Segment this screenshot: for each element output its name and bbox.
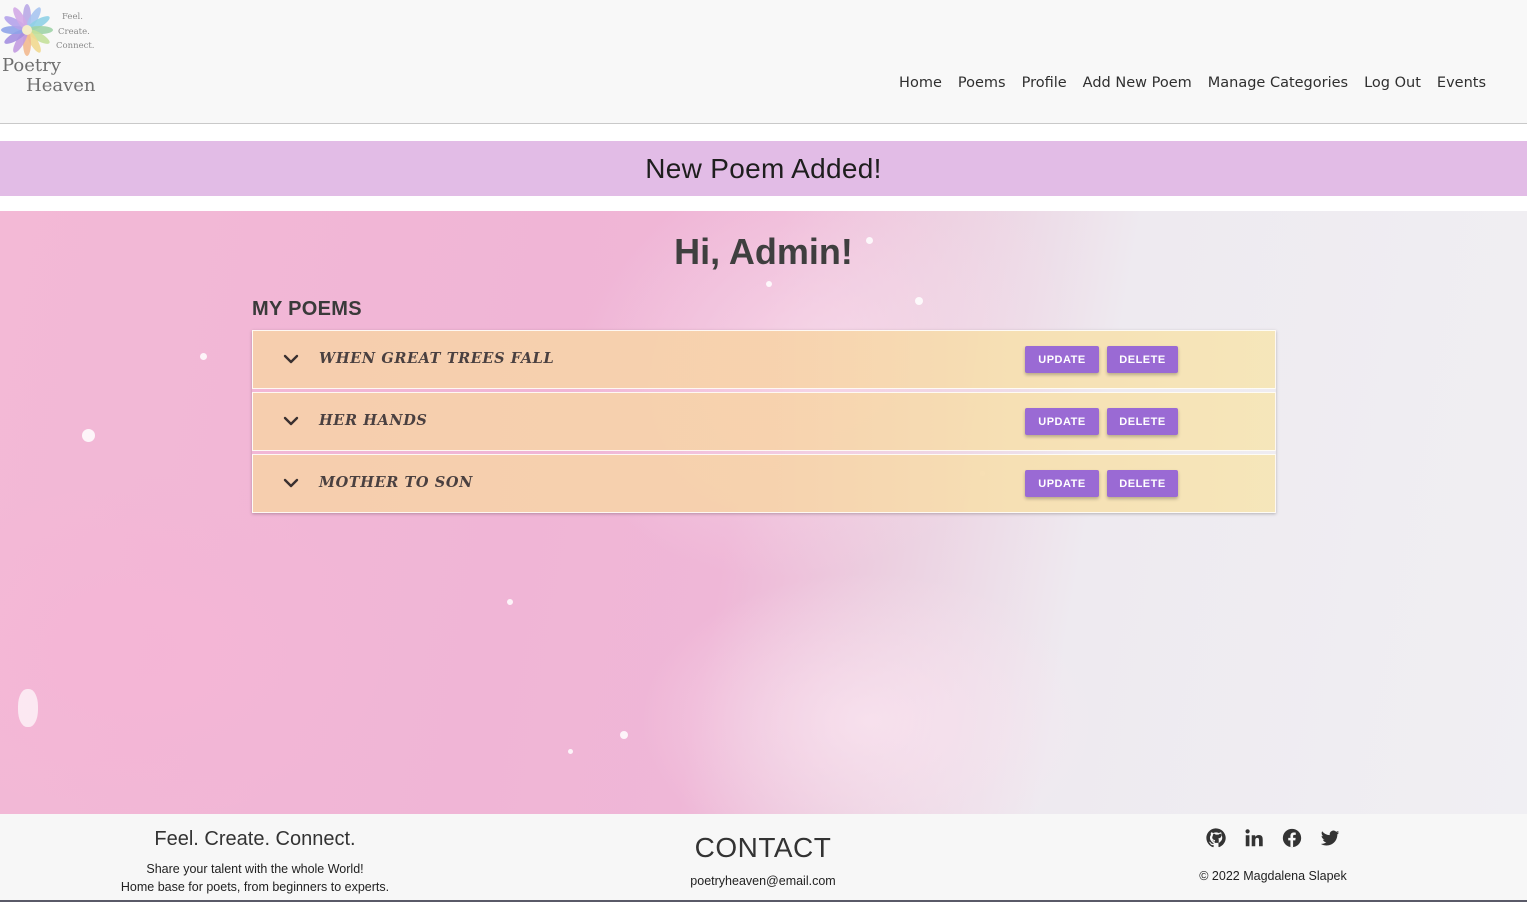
contact-email[interactable]: poetryheaven@email.com [563, 874, 963, 888]
page-footer: Feel. Create. Connect. Share your talent… [0, 814, 1527, 902]
footer-tagline: Feel. Create. Connect. [154, 828, 356, 850]
poem-list-item[interactable]: HER HANDS UPDATE DELETE [252, 392, 1276, 451]
background-speck [568, 749, 573, 754]
chevron-down-icon[interactable] [282, 474, 300, 492]
copyright-text: © 2022 Magdalena Slapek [1199, 869, 1347, 883]
nav-link-home[interactable]: Home [891, 72, 950, 94]
delete-poem-button[interactable]: DELETE [1107, 470, 1178, 497]
footer-social: © 2022 Magdalena Slapek [1173, 826, 1373, 883]
logo-tag-word: Feel. [62, 12, 83, 22]
update-poem-button[interactable]: UPDATE [1025, 408, 1099, 435]
chevron-down-icon[interactable] [282, 350, 300, 368]
background-speck [200, 353, 207, 360]
footer-description: Home base for poets, from beginners to e… [120, 880, 390, 894]
background-speck [82, 429, 95, 442]
nav-link-add-new-poem[interactable]: Add New Poem [1075, 72, 1200, 94]
background-texture [0, 471, 400, 814]
delete-poem-button[interactable]: DELETE [1107, 346, 1178, 373]
contact-heading: CONTACT [694, 832, 832, 863]
delete-poem-button[interactable]: DELETE [1107, 408, 1178, 435]
nav-link-log-out[interactable]: Log Out [1356, 72, 1429, 94]
logo-tag-word: Create. [58, 26, 90, 37]
poem-title[interactable]: MOTHER TO SON [319, 474, 473, 491]
linkedin-icon[interactable] [1243, 827, 1265, 849]
chevron-down-icon[interactable] [282, 412, 300, 430]
nav-menu: Home Poems Profile Add New Poem Manage C… [891, 72, 1494, 94]
profile-section: Hi, Admin! MY POEMS WHEN GREAT TREES FAL… [0, 211, 1527, 814]
footer-contact: CONTACT poetryheaven@email.com [563, 832, 963, 888]
logo-name-line2: Heaven [26, 75, 96, 96]
background-speck [766, 281, 772, 287]
twitter-icon[interactable] [1319, 827, 1341, 849]
poem-title[interactable]: WHEN GREAT TREES FALL [319, 350, 554, 367]
update-poem-button[interactable]: UPDATE [1025, 346, 1099, 373]
page-greeting: Hi, Admin! [674, 231, 853, 272]
nav-link-manage-categories[interactable]: Manage Categories [1200, 72, 1356, 94]
logo-name-line1: Poetry [2, 55, 61, 76]
logo-tagline: Feel. Create. Connect. [56, 10, 100, 54]
poem-list-item[interactable]: WHEN GREAT TREES FALL UPDATE DELETE [252, 330, 1276, 389]
poem-list-item[interactable]: MOTHER TO SON UPDATE DELETE [252, 454, 1276, 513]
logo-tag-word: Connect. [56, 41, 95, 51]
navbar: Feel. Create. Connect. Poetry Heaven Hom… [0, 0, 1527, 124]
background-speck [507, 599, 513, 605]
nav-link-poems[interactable]: Poems [950, 72, 1014, 94]
background-speck [620, 731, 628, 739]
nav-link-profile[interactable]: Profile [1014, 72, 1075, 94]
background-speck [18, 689, 38, 727]
social-links [1173, 826, 1373, 850]
update-poem-button[interactable]: UPDATE [1025, 470, 1099, 497]
flash-message-banner: New Poem Added! [0, 141, 1527, 196]
background-speck [915, 297, 923, 305]
brand-logo[interactable]: Feel. Create. Connect. Poetry Heaven [0, 0, 102, 110]
facebook-icon[interactable] [1281, 827, 1303, 849]
github-icon[interactable] [1205, 827, 1227, 849]
my-poems-heading: MY POEMS [252, 298, 362, 320]
background-texture [640, 571, 1100, 814]
footer-description: Share your talent with the whole World! [146, 862, 364, 876]
flash-message-text: New Poem Added! [645, 152, 882, 184]
nav-link-events[interactable]: Events [1429, 72, 1494, 94]
logo-name: Poetry Heaven [2, 56, 96, 96]
poem-title[interactable]: HER HANDS [319, 412, 428, 429]
footer-about: Feel. Create. Connect. Share your talent… [55, 828, 455, 896]
flower-logo-icon [1, 4, 53, 56]
poems-accordion: WHEN GREAT TREES FALL UPDATE DELETE HER … [252, 330, 1276, 513]
